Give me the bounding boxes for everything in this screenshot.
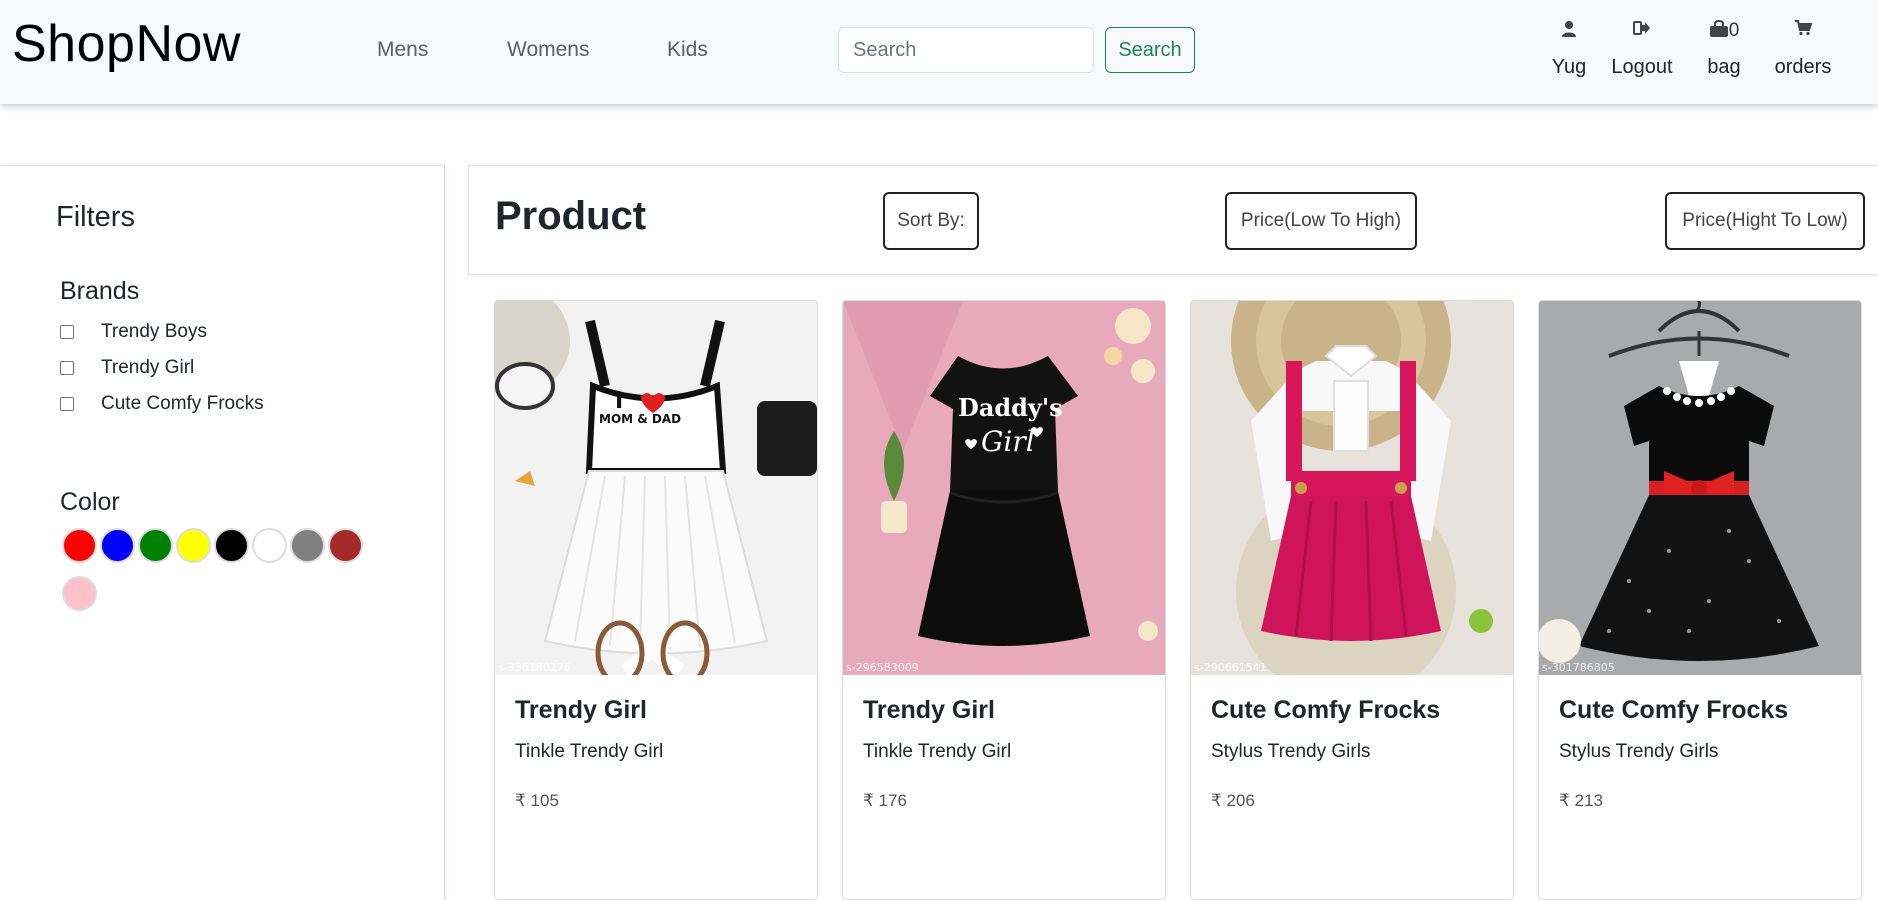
orders-link[interactable]: orders <box>1772 20 1834 79</box>
sort-high-to-low-button[interactable]: Price(Hight To Low) <box>1665 192 1865 250</box>
top-navbar: ShopNow Mens Womens Kids Search Yug Logo… <box>0 0 1878 104</box>
color-swatch-blue[interactable] <box>100 528 135 563</box>
logout-link[interactable]: Logout <box>1610 20 1674 79</box>
product-price: ₹ 105 <box>515 791 559 810</box>
color-swatch-gray[interactable] <box>290 528 325 563</box>
search-input[interactable] <box>838 27 1094 73</box>
product-brand: Trendy Girl <box>863 696 995 724</box>
product-image[interactable]: s-301786805 <box>1539 301 1861 675</box>
product-price: ₹ 213 <box>1559 791 1603 810</box>
color-heading: Color <box>60 488 120 516</box>
nav-link-mens[interactable]: Mens <box>377 38 428 62</box>
brand-filter-trendy-boys[interactable]: Trendy Boys <box>60 318 207 346</box>
product-card[interactable]: s-290661541 Cute Comfy Frocks Stylus Tre… <box>1190 300 1514 900</box>
product-price: ₹ 206 <box>1211 791 1255 810</box>
color-swatch-red[interactable] <box>62 528 97 563</box>
product-image[interactable]: I MOM & DAD s-336180276 <box>495 301 817 675</box>
profile-link[interactable]: Yug <box>1550 20 1588 79</box>
product-card[interactable]: I MOM & DAD s-336180276 Trendy Girl Tink… <box>494 300 818 900</box>
brand-filter-label: Trendy Girl <box>101 357 195 378</box>
product-name: Stylus Trendy Girls <box>1559 741 1719 762</box>
sort-low-to-high-button[interactable]: Price(Low To High) <box>1225 192 1417 250</box>
product-name: Stylus Trendy Girls <box>1211 741 1371 762</box>
dress-print-text: Daddy's <box>958 393 1063 422</box>
brand-checkbox[interactable] <box>60 325 74 339</box>
dress-print-text: MOM & DAD <box>599 412 681 426</box>
nav-link-kids[interactable]: Kids <box>667 38 708 62</box>
product-price: ₹ 176 <box>863 791 907 810</box>
product-header: Product Sort By: Price(Low To High) Pric… <box>468 165 1878 275</box>
brand-filter-trendy-girl[interactable]: Trendy Girl <box>60 354 194 382</box>
product-image[interactable]: s-290661541 <box>1191 301 1513 675</box>
user-icon <box>1550 20 1588 44</box>
color-swatch-yellow[interactable] <box>176 528 211 563</box>
color-swatch-pink[interactable] <box>62 576 97 611</box>
brand-filter-cute-comfy-frocks[interactable]: Cute Comfy Frocks <box>60 390 264 418</box>
filters-title: Filters <box>56 201 135 233</box>
page-title: Product <box>495 194 647 238</box>
search-button[interactable]: Search <box>1105 27 1195 73</box>
filters-sidebar: Filters Brands Trendy Boys Trendy Girl C… <box>0 165 445 900</box>
profile-label: Yug <box>1551 56 1587 78</box>
orders-label: orders <box>1774 56 1832 78</box>
brand-checkbox[interactable] <box>60 361 74 375</box>
product-brand: Cute Comfy Frocks <box>1559 696 1789 724</box>
product-brand: Trendy Girl <box>515 696 647 724</box>
color-swatch-white[interactable] <box>252 528 287 563</box>
dress-print-text: I <box>615 389 623 414</box>
logout-label: Logout <box>1611 56 1673 78</box>
bag-count: 0 <box>1728 20 1740 41</box>
product-name: Tinkle Trendy Girl <box>863 741 1012 762</box>
cart-icon <box>1772 20 1834 44</box>
bag-label: bag <box>1707 56 1741 78</box>
dress-print-text: Girl <box>981 425 1035 458</box>
product-card[interactable]: Daddy's Girl s-296583009 Trendy Girl Tin… <box>842 300 1166 900</box>
sort-by-button[interactable]: Sort By: <box>883 192 979 250</box>
site-logo[interactable]: ShopNow <box>12 14 241 74</box>
nav-link-womens[interactable]: Womens <box>507 38 589 62</box>
bag-link[interactable]: 0 bag <box>1702 19 1746 79</box>
color-swatch-black[interactable] <box>214 528 249 563</box>
product-name: Tinkle Trendy Girl <box>515 741 664 762</box>
image-code: s-290661541 <box>1194 661 1267 674</box>
brands-heading: Brands <box>60 277 140 305</box>
brand-checkbox[interactable] <box>60 397 74 411</box>
product-card[interactable]: s-301786805 Cute Comfy Frocks Stylus Tre… <box>1538 300 1862 900</box>
brand-filter-label: Trendy Boys <box>101 321 207 342</box>
product-image[interactable]: Daddy's Girl s-296583009 <box>843 301 1165 675</box>
product-brand: Cute Comfy Frocks <box>1211 696 1441 724</box>
color-swatch-green[interactable] <box>138 528 173 563</box>
image-code: s-296583009 <box>846 661 919 674</box>
image-code: s-301786805 <box>1542 661 1615 674</box>
brand-filter-label: Cute Comfy Frocks <box>101 393 264 414</box>
logout-icon <box>1610 20 1674 44</box>
image-code: s-336180276 <box>498 661 571 674</box>
bag-icon: 0 <box>1702 19 1746 44</box>
color-swatch-brown[interactable] <box>328 528 363 563</box>
